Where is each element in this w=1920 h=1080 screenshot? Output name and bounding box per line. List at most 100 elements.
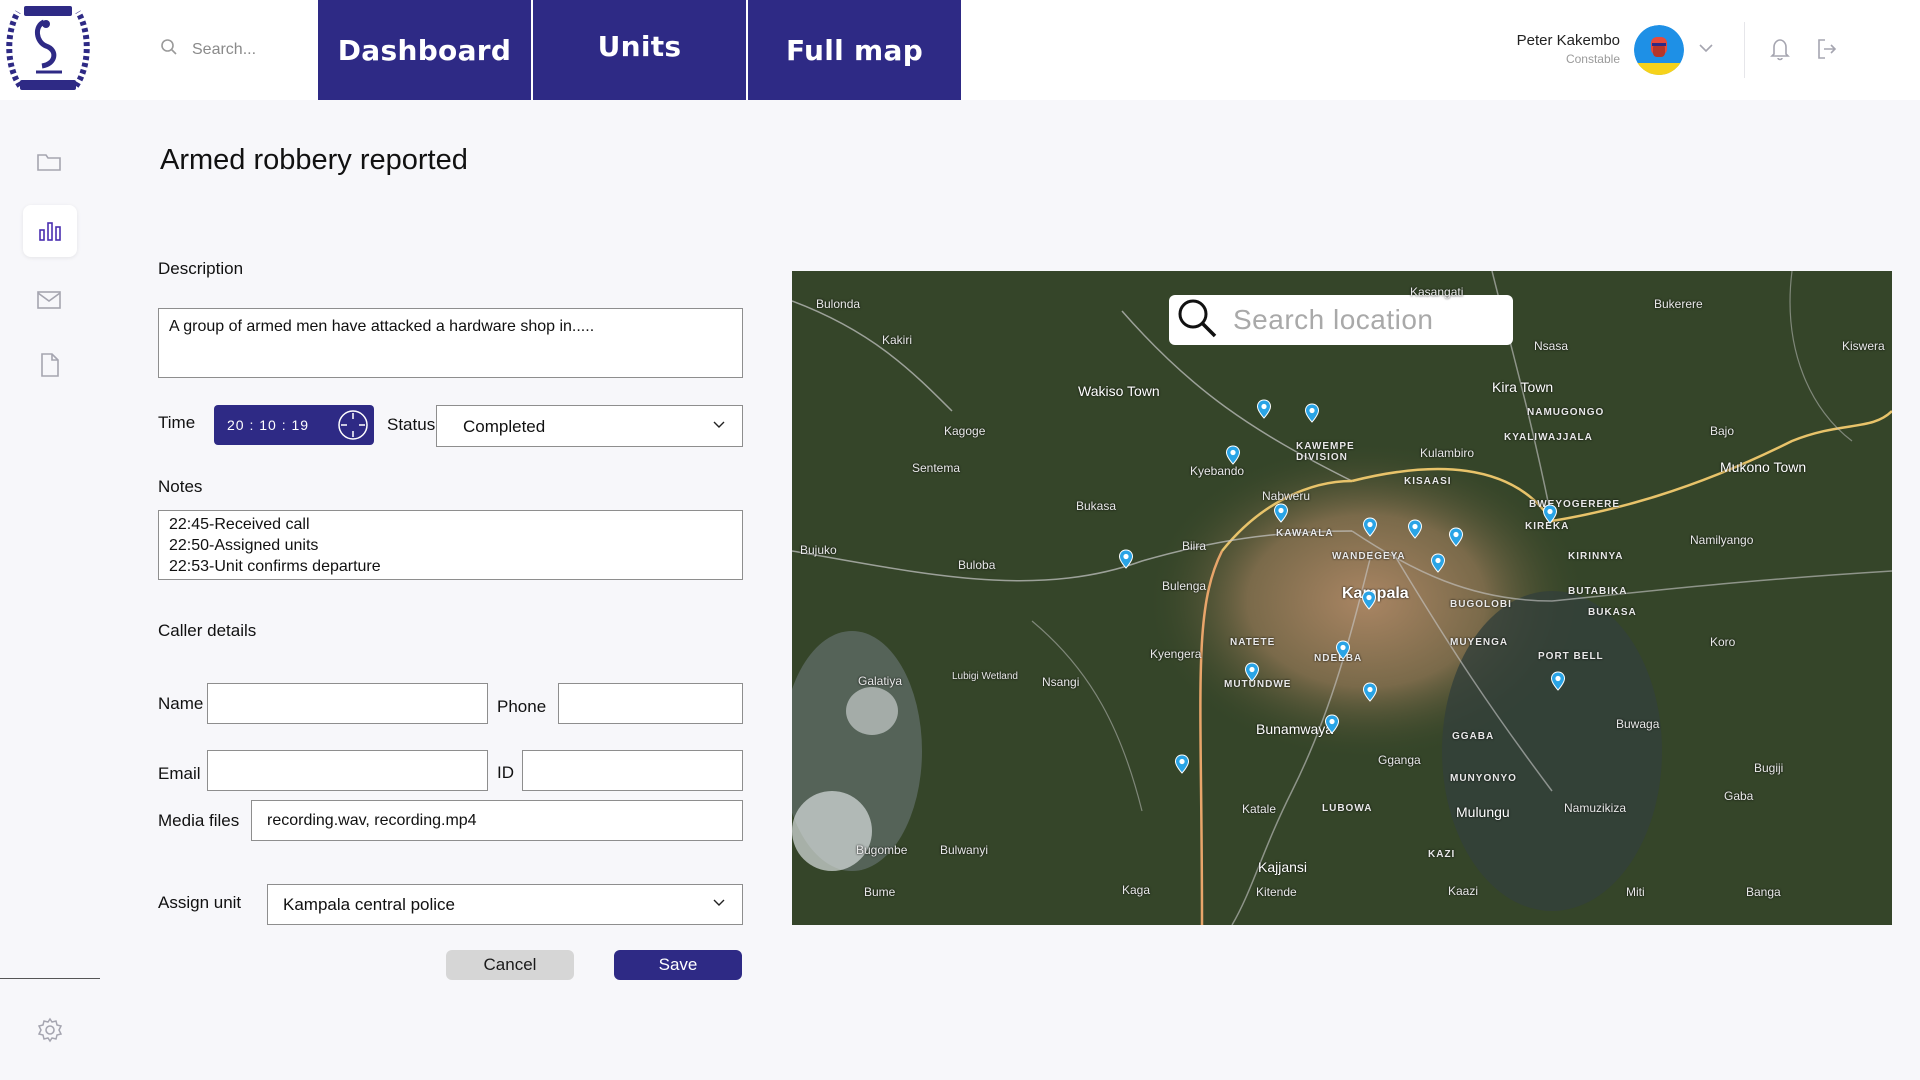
map-label: KISAASI — [1404, 476, 1452, 487]
phone-input[interactable] — [558, 683, 743, 724]
map-pin-icon[interactable] — [1550, 671, 1566, 691]
map-label: Kulambiro — [1420, 446, 1475, 460]
search-placeholder[interactable]: Search... — [192, 41, 256, 59]
map-search-placeholder: Search location — [1233, 304, 1434, 335]
media-files-label: Media files — [158, 811, 240, 830]
user-name: Peter Kakembo — [1516, 32, 1620, 49]
folder-icon[interactable] — [36, 151, 62, 178]
name-label: Name — [158, 694, 204, 713]
map-search-box[interactable]: Search location — [1169, 295, 1513, 345]
map-label: Nsasa — [1534, 339, 1569, 353]
map-pin-icon[interactable] — [1118, 549, 1134, 569]
map-label: PORT BELL — [1538, 651, 1604, 662]
map-label: Banga — [1746, 885, 1781, 899]
map-label: Kira Town — [1492, 379, 1554, 395]
chevron-down-icon[interactable] — [1698, 40, 1714, 61]
status-value: Completed — [463, 416, 546, 436]
time-picker[interactable]: 20 : 10 : 19 — [214, 405, 374, 445]
tab-full-map[interactable]: Full map — [748, 0, 961, 100]
page-title: Armed robbery reported — [160, 144, 468, 176]
map-label: Miti — [1626, 885, 1645, 899]
note-line: 22:50-Assigned units — [169, 537, 319, 554]
map-pin-icon[interactable] — [1407, 519, 1423, 539]
map-label: MUNYONYO — [1450, 773, 1517, 784]
map-pin-icon[interactable] — [1430, 553, 1446, 573]
map-label: Bujuko — [800, 543, 837, 557]
map-label: MUYENGA — [1450, 637, 1509, 648]
map-pin-icon[interactable] — [1335, 640, 1351, 660]
gear-icon[interactable] — [37, 1017, 63, 1048]
map-label: NAMUGONGO — [1527, 407, 1605, 418]
user-role: Constable — [1565, 52, 1620, 66]
map-label: Kyebando — [1190, 464, 1245, 478]
map-label: Bume — [864, 885, 896, 899]
media-files-field[interactable]: recording.wav, recording.mp4 — [251, 800, 743, 841]
map-label: Namilyango — [1690, 533, 1754, 547]
top-bar: Search... Dashboard Units Full map Peter… — [0, 0, 1920, 100]
phone-label: Phone — [497, 697, 547, 716]
tab-dashboard[interactable]: Dashboard — [318, 0, 531, 100]
map-label: BUTABIKA — [1568, 586, 1628, 597]
map-pin-icon[interactable] — [1244, 662, 1260, 682]
email-input[interactable] — [207, 750, 488, 791]
assign-unit-select[interactable]: Kampala central police — [267, 884, 743, 925]
map-label: KAWEMPE DIVISION — [1296, 441, 1355, 463]
map-pin-icon[interactable] — [1324, 714, 1340, 734]
map-pin-icon[interactable] — [1273, 503, 1289, 523]
map-pin-icon[interactable] — [1361, 590, 1377, 610]
assign-unit-value: Kampala central police — [283, 895, 455, 914]
document-icon[interactable] — [39, 352, 61, 383]
map-label: Sentema — [912, 461, 961, 475]
email-label: Email — [158, 764, 201, 783]
map-label: GGABA — [1452, 731, 1495, 742]
map-label: Kaazi — [1448, 884, 1479, 898]
id-input[interactable] — [522, 750, 743, 791]
caller-details-label: Caller details — [158, 621, 257, 640]
map-label: Kagoge — [944, 424, 986, 438]
map-pin-icon[interactable] — [1304, 403, 1320, 423]
map-pin-icon[interactable] — [1174, 754, 1190, 774]
chevron-down-icon — [712, 895, 726, 914]
map-label: Gaba — [1724, 789, 1754, 803]
map-label: BUGOLOBI — [1450, 599, 1512, 610]
cancel-button[interactable]: Cancel — [446, 950, 574, 980]
bell-icon[interactable] — [1768, 36, 1792, 67]
chevron-down-icon — [712, 417, 726, 436]
map-pin-icon[interactable] — [1448, 527, 1464, 547]
status-select[interactable]: Completed — [436, 405, 743, 447]
map-label: Bugombe — [856, 843, 908, 857]
clock-icon[interactable] — [337, 409, 369, 444]
map-label: Bajo — [1710, 424, 1735, 438]
map-label: KAWAALA — [1276, 528, 1334, 539]
map-label: Kakiri — [882, 333, 913, 347]
status-label: Status — [387, 415, 436, 434]
map-pin-icon[interactable] — [1362, 517, 1378, 537]
logout-icon[interactable] — [1815, 37, 1839, 66]
police-logo[interactable] — [6, 2, 90, 94]
map-label: KIRINNYA — [1568, 551, 1624, 562]
notes-field[interactable]: 22:45-Received call 22:50-Assigned units… — [158, 510, 743, 580]
user-info[interactable]: Peter Kakembo Constable — [1517, 32, 1620, 66]
map-label: Kasangati — [1410, 285, 1464, 299]
time-label: Time — [158, 413, 196, 432]
avatar[interactable] — [1634, 25, 1684, 75]
map-label: Galatiya — [858, 674, 903, 688]
header-divider — [1744, 22, 1745, 78]
name-input[interactable] — [207, 683, 488, 724]
map-pin-icon[interactable] — [1256, 399, 1272, 419]
id-label: ID — [497, 763, 514, 782]
save-button[interactable]: Save — [614, 950, 742, 980]
bar-chart-icon[interactable] — [38, 220, 62, 247]
map-label: Buloba — [958, 558, 996, 572]
map-label: Namuzikiza — [1564, 801, 1627, 815]
map-pin-icon[interactable] — [1225, 445, 1241, 465]
map-label: Nsangi — [1042, 675, 1080, 689]
incident-map[interactable]: Search location Bulonda Kakiri Kasangati… — [792, 271, 1892, 925]
mail-icon[interactable] — [36, 290, 62, 315]
map-label: Kyengera — [1150, 647, 1202, 661]
map-pin-icon[interactable] — [1542, 504, 1558, 524]
tab-units[interactable]: Units — [533, 0, 746, 100]
description-field[interactable]: A group of armed men have attacked a har… — [158, 308, 743, 378]
map-pin-icon[interactable] — [1362, 682, 1378, 702]
header-search[interactable]: Search... — [160, 38, 256, 61]
